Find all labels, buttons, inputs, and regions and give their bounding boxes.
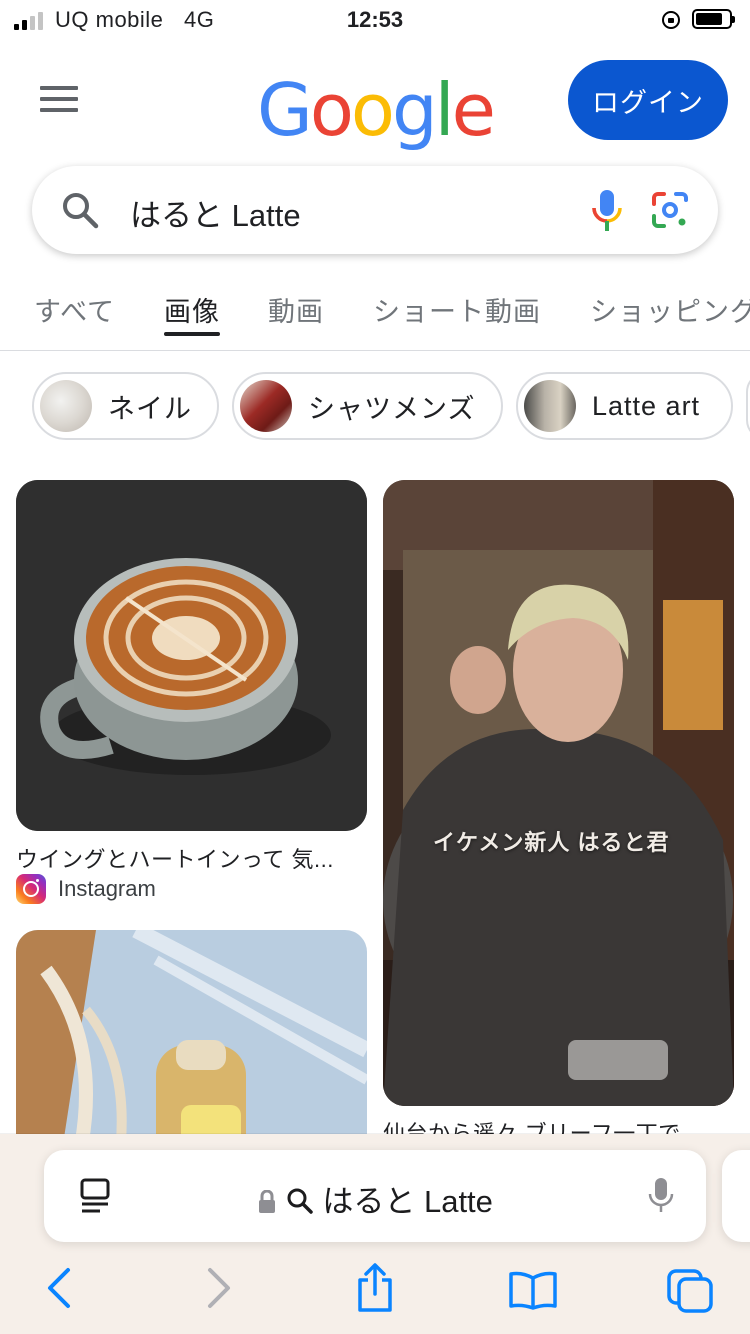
lock-icon — [259, 1189, 276, 1213]
search-icon — [63, 193, 99, 229]
search-icon — [287, 1188, 313, 1214]
chip-latte-art[interactable]: Latte art — [516, 372, 733, 440]
share-icon[interactable] — [354, 1262, 396, 1314]
tab-shopping[interactable]: ショッピング — [590, 290, 750, 329]
image-overlay-text: イケメン新人 はると君 — [433, 830, 670, 855]
chip-thumbnail — [524, 380, 576, 432]
chip-more[interactable] — [746, 372, 750, 440]
microphone-icon[interactable] — [648, 1176, 674, 1214]
orientation-lock-icon — [662, 11, 680, 29]
status-bar: UQ mobile 4G 12:53 — [0, 0, 750, 44]
tab-images[interactable]: 画像 — [164, 290, 220, 336]
voice-search-icon[interactable] — [588, 188, 626, 234]
search-box[interactable]: はると Latte — [32, 166, 718, 254]
bookmarks-icon[interactable] — [508, 1270, 558, 1310]
chip-thumbnail — [240, 380, 292, 432]
tab-all[interactable]: すべて — [34, 290, 115, 329]
google-lens-icon[interactable] — [650, 190, 690, 230]
result-source[interactable]: Instagram — [16, 874, 156, 904]
chip-nail[interactable]: ネイル — [32, 372, 219, 440]
chip-thumbnail — [40, 380, 92, 432]
person-photo-image — [383, 480, 734, 1106]
address-text[interactable]: はると Latte — [322, 1184, 493, 1219]
tab-short-videos[interactable]: ショート動画 — [373, 290, 541, 329]
instagram-icon — [16, 874, 46, 904]
forward-icon[interactable] — [204, 1266, 234, 1310]
result-caption[interactable]: ウイングとハートインって 気... — [16, 842, 366, 874]
safari-toolbar: はると Latte — [0, 1134, 750, 1334]
result-image-person[interactable]: イケメン新人 はると君 — [383, 480, 734, 1106]
tab-videos[interactable]: 動画 — [268, 290, 324, 329]
battery-icon — [692, 9, 735, 29]
search-input[interactable]: はると Latte — [130, 190, 301, 235]
tabs-icon[interactable] — [666, 1268, 714, 1314]
login-button[interactable]: ログイン — [568, 60, 728, 140]
back-icon[interactable] — [44, 1266, 74, 1310]
address-bar[interactable]: はると Latte — [44, 1150, 706, 1242]
next-tab-preview[interactable] — [722, 1150, 750, 1242]
latte-art-image — [16, 480, 367, 831]
search-tabs: すべて 画像 動画 ショート動画 ショッピング — [0, 290, 750, 351]
chip-shirt-mens[interactable]: シャツメンズ — [232, 372, 503, 440]
result-image-latte[interactable] — [16, 480, 367, 831]
clock: 12:53 — [346, 7, 404, 32]
